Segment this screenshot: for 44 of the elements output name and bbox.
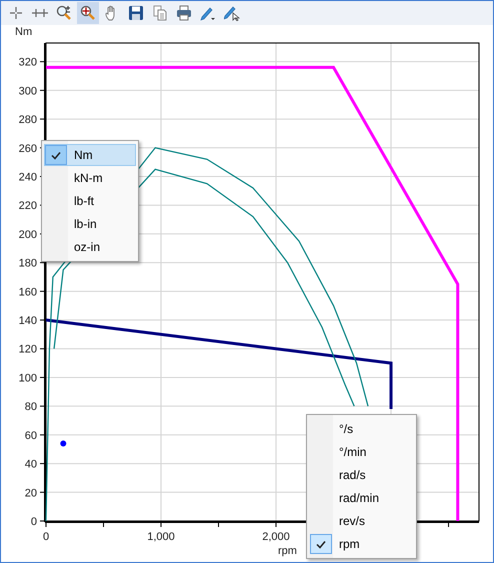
axis-title: Nm xyxy=(15,26,32,38)
toolbar-button[interactable] xyxy=(77,2,99,24)
zoom-pan-icon xyxy=(80,5,96,21)
pen-cursor-icon xyxy=(224,5,240,21)
print-icon xyxy=(176,5,192,21)
tick-label: 40 xyxy=(24,458,37,471)
menu-item[interactable]: kN-m xyxy=(44,167,136,189)
zoom-icon xyxy=(56,5,72,21)
menu-item[interactable]: Nm xyxy=(44,144,136,166)
tick-label: 80 xyxy=(24,401,37,414)
tick-label: 160 xyxy=(18,286,37,298)
tick-label: 100 xyxy=(18,372,37,384)
tick-label: 300 xyxy=(18,85,37,98)
tick-label: 240 xyxy=(18,172,37,184)
tick-label: 320 xyxy=(18,56,37,69)
tick-label: 2,000 xyxy=(262,531,290,543)
tick-label: 220 xyxy=(18,200,37,212)
menu-item[interactable]: °/min xyxy=(309,441,414,463)
menu-item[interactable]: oz-in xyxy=(44,236,136,258)
tick-label: 140 xyxy=(18,315,37,328)
menu-item[interactable]: lb-ft xyxy=(44,190,136,212)
menu-item[interactable]: rad/s xyxy=(309,464,414,486)
tick-label: 180 xyxy=(18,258,37,270)
menu-item[interactable]: rad/min xyxy=(309,487,414,509)
copy-icon xyxy=(152,5,168,21)
menu-item[interactable]: rpm xyxy=(309,533,414,555)
tick-label: 1,000 xyxy=(147,531,175,543)
menu-item[interactable]: lb-in xyxy=(44,213,136,235)
menu-item[interactable]: rev/s xyxy=(309,510,414,532)
tick-label: 200 xyxy=(18,228,37,241)
pen-dropdown-icon xyxy=(200,5,216,21)
tick-label: 260 xyxy=(18,142,37,155)
menu-item[interactable]: °/s xyxy=(309,418,414,440)
tick-label: 20 xyxy=(24,487,37,500)
axis-title: rpm xyxy=(278,545,297,557)
tick-label: 0 xyxy=(42,531,50,543)
tick-label: 120 xyxy=(18,344,37,356)
check-icon xyxy=(316,540,326,548)
save-icon xyxy=(128,5,144,21)
crosshair-icon xyxy=(8,5,24,21)
tick-label: 60 xyxy=(24,430,37,442)
tick-label: 280 xyxy=(18,114,37,126)
tick-label: 0 xyxy=(30,516,37,528)
check-icon xyxy=(51,150,61,160)
